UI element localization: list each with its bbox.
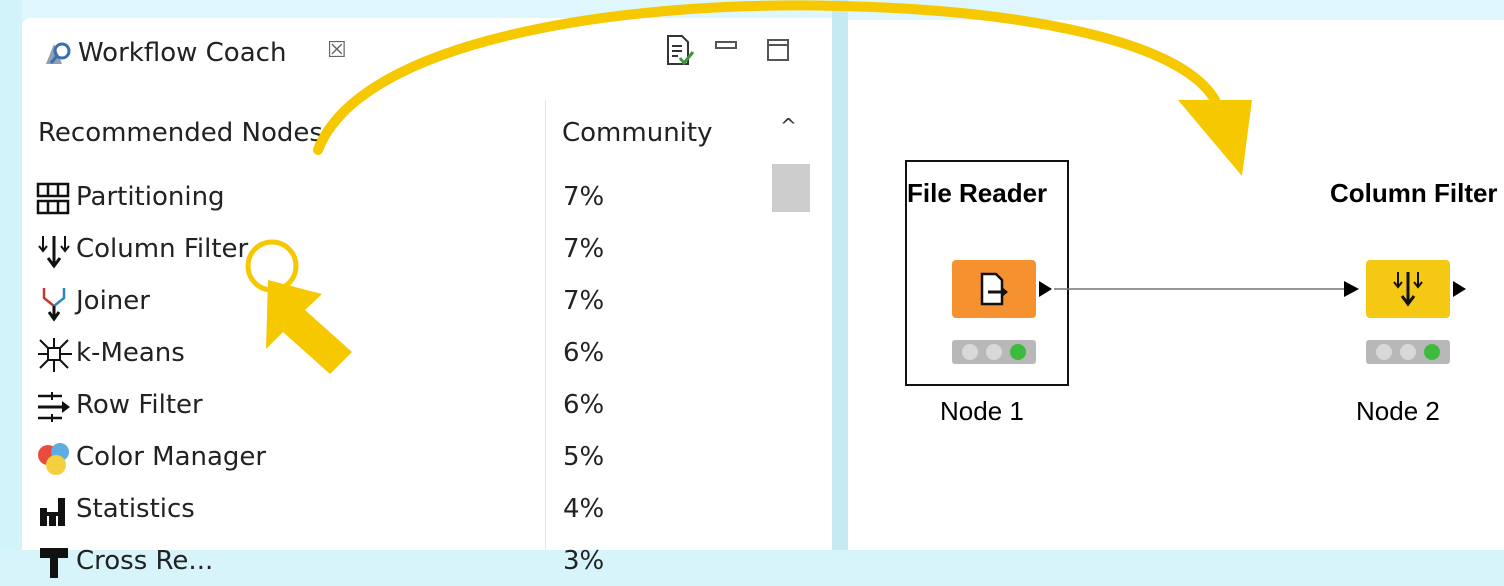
- color-manager-icon: [38, 443, 69, 475]
- community-percent: 7%: [563, 182, 605, 212]
- k-means-icon: [38, 338, 72, 372]
- column-header-recommended-nodes[interactable]: Recommended Nodes: [38, 118, 323, 148]
- minimize-icon[interactable]: [715, 38, 737, 54]
- panel-header: Workflow Coach ☒: [22, 18, 832, 78]
- node-name: Column Filter: [76, 234, 249, 264]
- column-filter-status-light: [1366, 340, 1450, 364]
- list-item[interactable]: Partitioning 7%: [36, 176, 756, 222]
- status-dot-green: [1010, 344, 1026, 360]
- file-reader-node[interactable]: [952, 260, 1036, 318]
- list-item[interactable]: Statistics 4%: [36, 488, 756, 534]
- canvas-top-band: [848, 0, 1504, 20]
- partitioning-icon: [36, 182, 70, 215]
- community-percent: 6%: [563, 390, 605, 420]
- community-percent: 7%: [563, 234, 605, 264]
- tab-title[interactable]: Workflow Coach: [78, 38, 286, 68]
- community-percent: 4%: [563, 494, 605, 524]
- node-name: Row Filter: [76, 390, 203, 420]
- community-percent: 5%: [563, 442, 605, 472]
- statistics-icon: [40, 498, 65, 526]
- vertical-scrollbar[interactable]: ^: [772, 100, 812, 550]
- node-name: Cross Re...: [76, 546, 214, 576]
- row-filter-icon: [38, 392, 70, 422]
- left-strip: [0, 0, 22, 550]
- scroll-thumb[interactable]: [772, 164, 810, 212]
- column-filter-icon: [1393, 272, 1423, 307]
- column-filter-input-port[interactable]: [1343, 280, 1361, 298]
- workflow-coach-panel: Workflow Coach ☒ Recommended Nodes Commu…: [22, 18, 832, 578]
- node-name: Statistics: [76, 494, 195, 524]
- column-filter-icon: [38, 236, 70, 269]
- node-name: Joiner: [76, 286, 150, 316]
- status-dot-red: [962, 344, 978, 360]
- community-percent: 7%: [563, 286, 605, 316]
- status-dot-red: [1376, 344, 1392, 360]
- close-tab-icon[interactable]: ☒: [327, 38, 347, 63]
- status-dot-yellow: [986, 344, 1002, 360]
- list-item[interactable]: Row Filter 6%: [36, 384, 756, 430]
- panel-divider: [832, 0, 848, 550]
- column-filter-output-port[interactable]: [1452, 280, 1468, 298]
- list-item[interactable]: Color Manager 5%: [36, 436, 756, 482]
- node-name: k-Means: [76, 338, 185, 368]
- community-percent: 6%: [563, 338, 605, 368]
- list-item[interactable]: k-Means 6%: [36, 332, 756, 378]
- node-name: Partitioning: [76, 182, 225, 212]
- joiner-icon: [42, 288, 66, 322]
- list-item[interactable]: Cross Re... 3%: [36, 540, 756, 586]
- status-dot-yellow: [1400, 344, 1416, 360]
- list-item[interactable]: Column Filter 7%: [36, 228, 756, 274]
- node-title-file-reader[interactable]: File Reader: [907, 178, 1047, 209]
- node-label-1[interactable]: Node 1: [940, 396, 1024, 427]
- file-reader-status-light: [952, 340, 1036, 364]
- scroll-up-icon[interactable]: ^: [780, 114, 797, 138]
- node-name: Color Manager: [76, 442, 267, 472]
- column-header-community[interactable]: Community: [562, 118, 712, 148]
- node-title-column-filter[interactable]: Column Filter: [1330, 178, 1498, 209]
- document-check-icon[interactable]: [662, 34, 696, 68]
- maximize-icon[interactable]: [766, 38, 790, 62]
- community-percent: 3%: [563, 546, 605, 576]
- workflow-coach-icon: [46, 42, 71, 64]
- list-item[interactable]: Joiner 7%: [36, 280, 756, 326]
- status-dot-green: [1424, 344, 1440, 360]
- file-reader-icon: [980, 272, 1008, 306]
- node-label-2[interactable]: Node 2: [1356, 396, 1440, 427]
- file-reader-output-port[interactable]: [1038, 280, 1054, 298]
- column-filter-node[interactable]: [1366, 260, 1450, 318]
